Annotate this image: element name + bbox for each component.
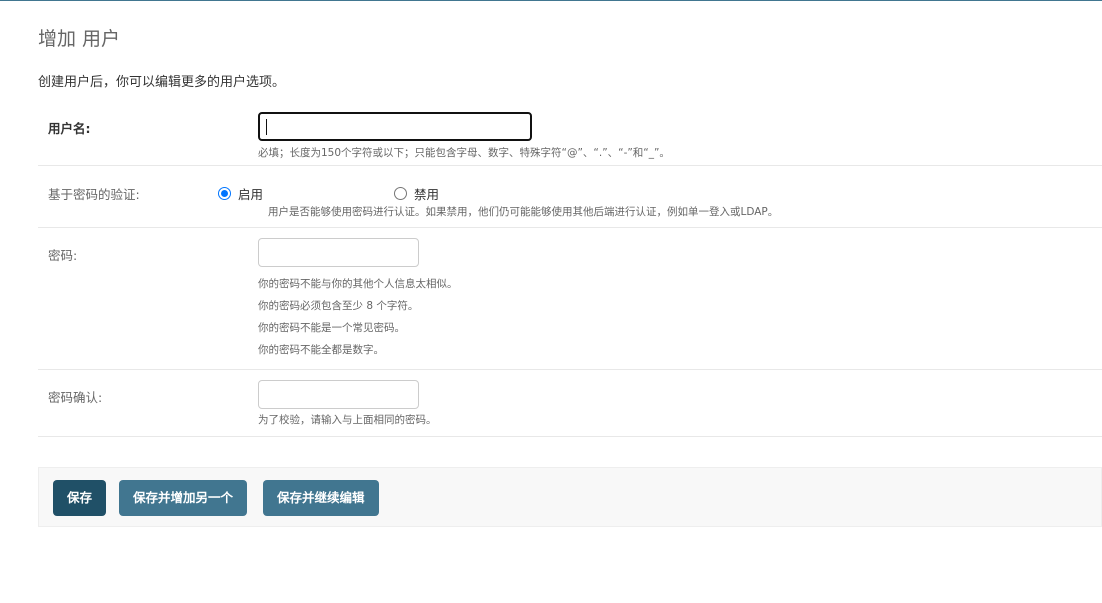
field-row-password: 密码: 你的密码不能与你的其他个人信息太相似。 你的密码必须包含至少 8 个字符…	[38, 227, 1102, 370]
password-help-1: 你的密码不能与你的其他个人信息太相似。	[258, 278, 458, 290]
password-confirm-label: 密码确认:	[48, 390, 103, 405]
radio-enabled[interactable]	[218, 187, 231, 200]
field-row-password-confirm: 密码确认: 为了校验，请输入与上面相同的密码。	[38, 369, 1102, 437]
password-confirm-input[interactable]	[258, 380, 419, 409]
field-row-username: 用户名: 必填；长度为150个字符或以下；只能包含字母、数字、特殊字符“@”、“…	[38, 101, 1102, 166]
page-title: 增加 用户	[38, 28, 121, 50]
radio-enabled-label: 启用	[238, 187, 264, 202]
username-input[interactable]	[258, 112, 532, 141]
save-button[interactable]: 保存	[53, 480, 107, 516]
submit-row: 保存 保存并增加另一个 保存并继续编辑	[38, 467, 1102, 527]
text-caret	[266, 119, 267, 135]
password-auth-label: 基于密码的验证:	[48, 187, 140, 202]
header-bar	[0, 0, 1102, 1]
password-label: 密码:	[48, 248, 78, 263]
password-help-3: 你的密码不能是一个常见密码。	[258, 322, 405, 334]
password-help-4: 你的密码不能全都是数字。	[258, 344, 384, 356]
password-confirm-help: 为了校验，请输入与上面相同的密码。	[258, 414, 437, 426]
password-input[interactable]	[258, 238, 419, 267]
radio-option-enabled[interactable]: 启用	[218, 184, 263, 203]
password-auth-radio-group: 启用 禁用	[218, 184, 439, 203]
username-help: 必填；长度为150个字符或以下；只能包含字母、数字、特殊字符“@”、“.”、“-…	[258, 147, 670, 159]
save-add-another-button[interactable]: 保存并增加另一个	[119, 480, 248, 516]
radio-disabled[interactable]	[394, 187, 408, 200]
save-continue-button[interactable]: 保存并继续编辑	[263, 480, 379, 516]
radio-option-disabled[interactable]: 禁用	[394, 184, 439, 203]
password-auth-help: 用户是否能够使用密码进行认证。如果禁用，他们仍可能能够使用其他后端进行认证，例如…	[268, 206, 779, 218]
username-label: 用户名:	[48, 121, 91, 136]
form-intro: 创建用户后，你可以编辑更多的用户选项。	[38, 75, 286, 90]
field-row-password-auth: 基于密码的验证: 启用 禁用 用户是否能够使用密码进行认证。如果禁用，他们仍可能…	[38, 165, 1102, 228]
password-help-2: 你的密码必须包含至少 8 个字符。	[258, 300, 419, 312]
radio-disabled-label: 禁用	[414, 187, 440, 202]
